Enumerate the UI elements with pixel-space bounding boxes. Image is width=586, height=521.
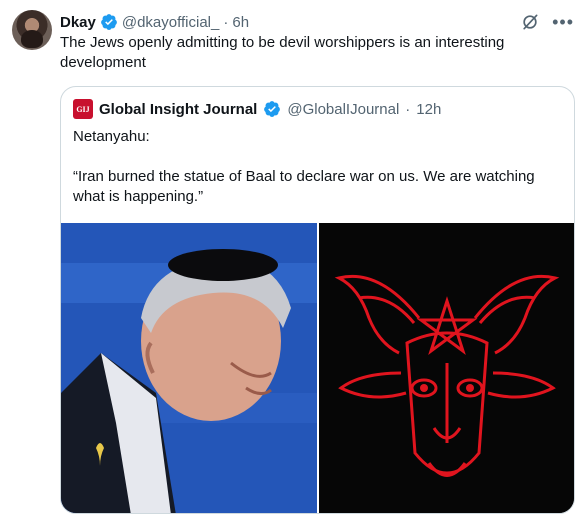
author-handle[interactable]: @dkayofficial_ — [122, 14, 220, 31]
separator-dot: · — [405, 100, 411, 118]
quoted-tweet-timestamp[interactable]: 12h — [416, 101, 441, 118]
media-image-goat-pentagram[interactable] — [319, 223, 574, 513]
portrait-illustration — [61, 223, 317, 513]
verified-badge-icon — [100, 14, 117, 30]
quoted-tweet-header: GIJ Global Insight Journal @GlobalIJourn… — [73, 99, 441, 119]
quoted-author-avatar[interactable]: GIJ — [73, 99, 93, 119]
quoted-text-paragraph: Netanyahu: — [73, 128, 150, 145]
quoted-text-paragraph: “Iran burned the statue of Baal to decla… — [73, 168, 535, 205]
media-image-portrait[interactable] — [61, 223, 317, 513]
quoted-author-display-name[interactable]: Global Insight Journal — [99, 101, 257, 118]
quoted-tweet-card[interactable]: GIJ Global Insight Journal @GlobalIJourn… — [60, 86, 575, 514]
tweet-body-text: The Jews openly admitting to be devil wo… — [60, 34, 505, 71]
author-display-name[interactable]: Dkay — [60, 14, 96, 31]
grok-icon[interactable] — [520, 12, 540, 32]
quoted-author-handle[interactable]: @GlobalIJournal — [287, 101, 399, 118]
media-grid — [61, 223, 574, 513]
tweet-timestamp[interactable]: 6h — [232, 14, 249, 31]
goat-head-illustration — [319, 223, 574, 513]
verified-badge-icon — [264, 101, 281, 117]
user-avatar[interactable] — [12, 10, 52, 50]
tweet-actions-top: ••• — [520, 12, 574, 32]
separator-dot: · — [223, 13, 229, 31]
more-options-icon[interactable]: ••• — [552, 13, 574, 31]
quoted-tweet-text: Netanyahu: “Iran burned the statue of Ba… — [73, 127, 563, 227]
tweet-header: Dkay @dkayofficial_ · 6h — [60, 12, 249, 32]
